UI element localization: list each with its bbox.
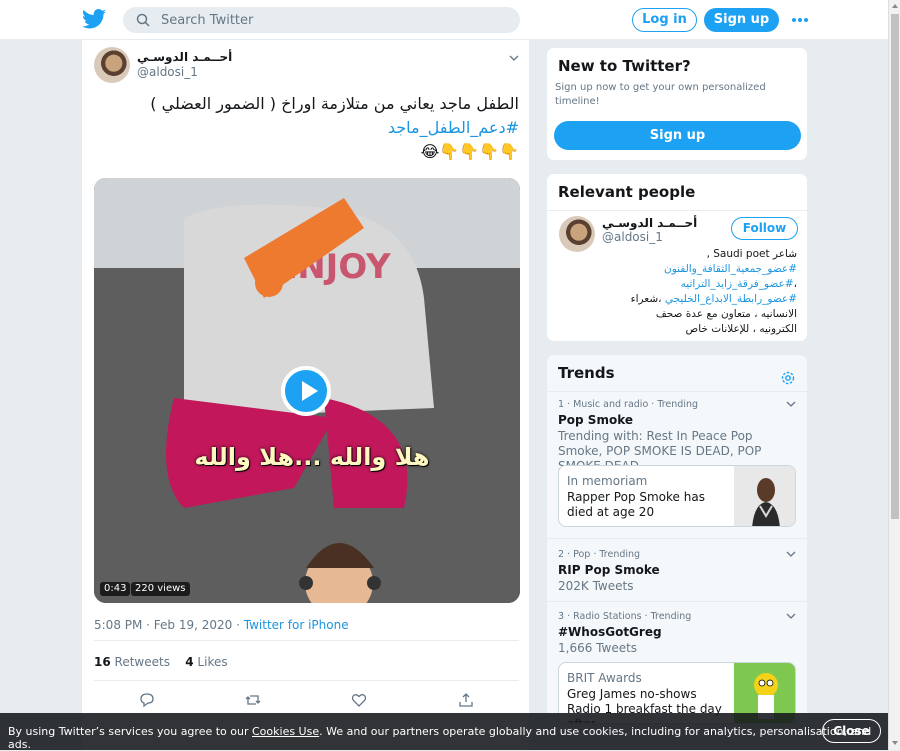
trend-card-label: In memoriam: [567, 474, 648, 488]
bio-line: الكترونيه ، للإعلانات خاص: [685, 323, 797, 335]
trend-title[interactable]: #WhosGotGreg: [558, 625, 662, 639]
person-name[interactable]: أحــمـد الدوسـي: [602, 216, 697, 230]
cookies-use-link[interactable]: Cookies Use: [252, 725, 319, 738]
cookie-close-button[interactable]: Close: [822, 719, 881, 743]
bio-hashtag[interactable]: #عضو_رابطة_الابداع_الخليجي: [665, 293, 797, 305]
trend-subtitle: 1,666 Tweets: [558, 641, 638, 655]
divider: [547, 210, 807, 211]
avatar[interactable]: [94, 47, 130, 83]
retweet-icon[interactable]: [245, 692, 261, 708]
relevant-people-title: Relevant people: [558, 183, 696, 201]
more-dots-icon[interactable]: [792, 17, 808, 23]
new-to-twitter-title: New to Twitter?: [558, 57, 691, 75]
top-navigation-bar: Log in Sign up: [0, 0, 888, 40]
scroll-down-arrow-icon[interactable]: [892, 741, 898, 745]
chevron-down-icon[interactable]: [786, 401, 796, 407]
trend-title[interactable]: RIP Pop Smoke: [558, 563, 660, 577]
trends-card: Trends 1 · Music and radio · Trending Po…: [546, 354, 808, 724]
trend-news-card[interactable]: In memoriam Rapper Pop Smoke has died at…: [558, 465, 796, 527]
signup-button[interactable]: Sign up: [704, 8, 779, 32]
like-icon[interactable]: [351, 692, 367, 708]
divider: [547, 391, 807, 392]
new-to-twitter-description: Sign up now to get your own personalized…: [555, 82, 766, 107]
tweet-text: الطفل ماجد يعاني من متلازمة اوراخ ( الضم…: [94, 92, 519, 164]
tweet-hashtag[interactable]: #دعم_الطفل_ماجد: [94, 116, 519, 140]
author-handle[interactable]: @aldosi_1: [137, 65, 198, 79]
bio-hashtag[interactable]: #عضو_فرقة_زايد_التراثيه: [681, 278, 794, 290]
video-duration: 0:43: [100, 582, 131, 596]
video-player[interactable]: ENJOY هلا والله ...هلا والله 0:43 220 vi…: [94, 178, 520, 603]
cookie-text-before: By using Twitter’s services you agree to…: [8, 725, 249, 738]
bio-hashtag[interactable]: #عضو_جمعية_الثقافة_والفنون: [664, 263, 797, 275]
person-handle[interactable]: @aldosi_1: [602, 230, 663, 244]
login-button[interactable]: Log in: [632, 8, 697, 32]
tweet-emoji-line: 👇👇👇👇😂: [420, 142, 519, 161]
share-icon[interactable]: [458, 692, 474, 708]
video-views: 220 views: [131, 582, 190, 596]
trend-card-label: BRIT Awards: [567, 671, 642, 685]
trend-meta: 3 · Radio Stations · Trending: [558, 611, 692, 622]
divider: [547, 538, 807, 539]
bio-punct: ،: [793, 278, 797, 290]
tweet-detail: أحــمـد الدوسـي @aldosi_1 الطفل ماجد يعا…: [81, 40, 530, 750]
trend-card-image: [734, 466, 795, 526]
search-icon: [136, 13, 150, 27]
follow-button[interactable]: Follow: [731, 217, 798, 240]
trend-subtitle: 202K Tweets: [558, 579, 634, 593]
tweet-timestamp[interactable]: 5:08 PM · Feb 19, 2020 ·: [94, 618, 240, 632]
bio-text: ،شعراء: [630, 293, 662, 305]
cookie-banner: By using Twitter’s services you agree to…: [0, 713, 888, 751]
chevron-down-icon[interactable]: [786, 551, 796, 557]
trend-meta: 2 · Pop · Trending: [558, 549, 641, 560]
twitter-bird-icon[interactable]: [82, 9, 106, 29]
trends-title: Trends: [558, 364, 615, 382]
retweets-count[interactable]: 16: [94, 655, 111, 669]
trend-meta: 1 · Music and radio · Trending: [558, 399, 699, 410]
tweet-source-link[interactable]: Twitter for iPhone: [244, 618, 349, 632]
search-input[interactable]: [161, 10, 501, 30]
bio-line: الانسانيه ، متعاون مع عدة صحف: [655, 308, 797, 320]
tweet-stats: 16 Retweets 4 Likes: [94, 655, 228, 669]
bio-line: شاعر Saudi poet ,: [706, 248, 797, 260]
scroll-up-arrow-icon[interactable]: [892, 4, 898, 8]
person-bio: شاعر Saudi poet , #عضو_جمعية_الثقافة_وال…: [557, 247, 797, 337]
new-to-twitter-card: New to Twitter? Sign up now to get your …: [546, 47, 808, 161]
likes-label[interactable]: Likes: [197, 655, 227, 669]
likes-count[interactable]: 4: [185, 655, 193, 669]
play-icon[interactable]: [281, 366, 331, 416]
gear-icon[interactable]: [780, 370, 796, 386]
cookie-text: By using Twitter’s services you agree to…: [8, 725, 888, 751]
sidebar-signup-button[interactable]: Sign up: [554, 121, 801, 150]
reply-icon[interactable]: [139, 692, 155, 708]
relevant-people-card: Relevant people أحــمـد الدوسـي @aldosi_…: [546, 173, 808, 342]
author-name[interactable]: أحــمـد الدوسـي: [137, 50, 232, 64]
page-scrollbar[interactable]: [888, 0, 900, 750]
retweets-label[interactable]: Retweets: [115, 655, 170, 669]
scrollbar-thumb[interactable]: [891, 14, 899, 519]
divider: [94, 680, 519, 681]
chevron-down-icon[interactable]: [786, 613, 796, 619]
search-box[interactable]: [123, 7, 520, 33]
divider: [547, 601, 807, 602]
video-caption-overlay: هلا والله ...هلا والله: [194, 443, 430, 471]
chevron-down-icon[interactable]: [509, 55, 519, 61]
tweet-meta: 5:08 PM · Feb 19, 2020 · Twitter for iPh…: [94, 618, 349, 632]
divider: [94, 640, 519, 641]
trend-title[interactable]: Pop Smoke: [558, 413, 633, 427]
tweet-text-line: الطفل ماجد يعاني من متلازمة اوراخ ( الضم…: [150, 94, 519, 113]
trend-card-body: Rapper Pop Smoke has died at age 20: [567, 490, 705, 519]
